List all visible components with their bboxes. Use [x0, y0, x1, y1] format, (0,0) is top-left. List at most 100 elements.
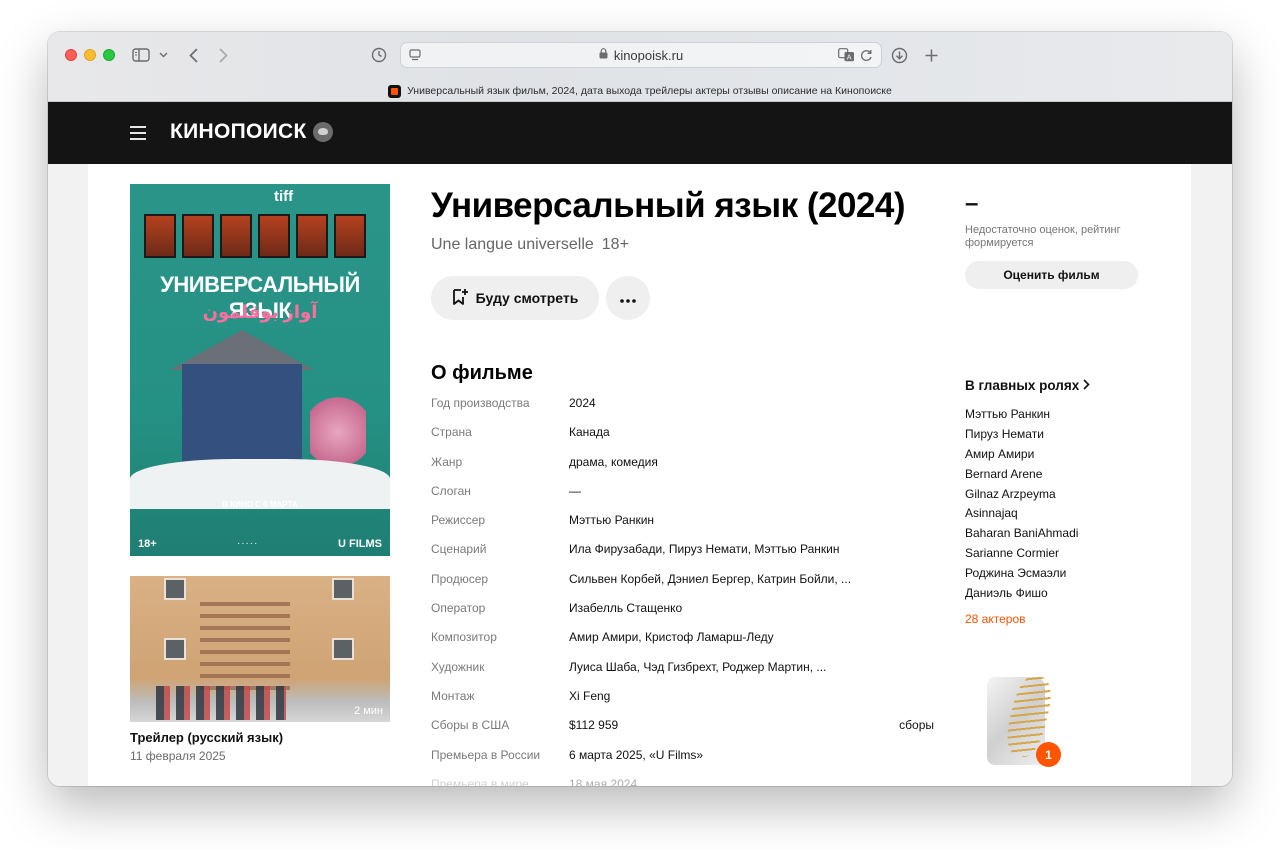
poster-distributor: U FILMS	[337, 538, 382, 550]
fact-label: Композитор	[431, 630, 497, 645]
translate-icon[interactable]: A	[838, 48, 855, 67]
poster-frames	[144, 214, 366, 258]
chevron-right-icon	[1083, 378, 1090, 393]
ellipsis-icon	[620, 291, 636, 306]
fact-value[interactable]: 6 марта 2025, «U Films»	[569, 748, 703, 762]
lock-icon	[599, 46, 608, 64]
about-section-title: О фильме	[431, 362, 533, 384]
close-window-button[interactable]	[65, 49, 77, 61]
fact-value[interactable]: Мэттью Ранкин	[569, 513, 654, 527]
back-icon[interactable]	[185, 44, 201, 66]
fact-row: Слоган —	[431, 484, 936, 513]
fact-label: Страна	[431, 425, 472, 440]
fact-row: Продюсер Сильвен Корбей, Дэниел Бергер, …	[431, 572, 936, 601]
cast-member[interactable]: Даниэль Фишо	[965, 586, 1078, 606]
rate-film-button[interactable]: Оценить фильм	[965, 261, 1138, 289]
url-text[interactable]: kinopoisk.ru	[614, 48, 683, 63]
fact-value: $112 959	[569, 718, 619, 733]
poster-sponsor-logos: · · · · ·	[237, 540, 258, 548]
page-settings-icon[interactable]	[409, 49, 421, 67]
bookmark-plus-icon	[452, 288, 468, 309]
poster-age-rating: 18+	[138, 538, 157, 550]
fact-label: Премьера в России	[431, 747, 541, 762]
cast-member[interactable]: Пируз Немати	[965, 427, 1078, 447]
fact-value[interactable]: Луиса Шаба, Чэд Гизбрехт, Роджер Мартин,…	[569, 660, 826, 674]
fact-label: Продюсер	[431, 571, 489, 586]
logo-text: КИНОПОИСК	[170, 120, 307, 143]
browser-toolbar: kinopoisk.ru A Универсальный язык фильм,…	[48, 32, 1232, 102]
original-title: Une langue universelle	[431, 236, 594, 253]
cast-member[interactable]: Asinnajaq	[965, 506, 1078, 526]
cast-member[interactable]: Роджина Эсмаэли	[965, 566, 1078, 586]
trailer-thumbnail[interactable]: 2 мин	[130, 576, 390, 722]
film-facts-table: Год производства 2024 Страна Канада Жанр…	[431, 396, 936, 786]
page-title: Универсальный язык (2024)	[431, 186, 906, 225]
poster-subtitle: آواز بوقلمون	[202, 302, 318, 322]
fact-label: Монтаж	[431, 688, 475, 703]
cast-member[interactable]: Мэттью Ранкин	[965, 407, 1078, 427]
cast-member[interactable]: Baharan BaniAhmadi	[965, 526, 1078, 546]
history-icon[interactable]	[370, 44, 388, 66]
film-page-content: tiff УНИВЕРСАЛЬНЫЙ ЯЗЫК آواز بوقلمون В К…	[88, 164, 1191, 786]
fact-row: Страна Канада	[431, 425, 936, 454]
more-options-button[interactable]	[606, 276, 650, 320]
cast-list: Мэттью Ранкин Пируз Немати Амир Амири Be…	[965, 407, 1078, 606]
age-rating: 18+	[601, 236, 629, 253]
watchlist-button-label: Буду смотреть	[475, 290, 579, 306]
reload-icon[interactable]	[860, 49, 873, 67]
fact-label: Год производства	[431, 396, 530, 410]
site-logo[interactable]: КИНОПОИСК	[170, 120, 333, 144]
original-title-line: Une langue universelle 18+	[431, 236, 629, 254]
cast-member[interactable]: Амир Амири	[965, 447, 1078, 467]
award-count-badge: 1	[1036, 742, 1061, 767]
trailer-people	[156, 686, 286, 720]
watchlist-button[interactable]: Буду смотреть	[431, 276, 599, 320]
plus-icon[interactable]	[922, 44, 940, 66]
minimize-window-button[interactable]	[84, 49, 96, 61]
film-poster[interactable]: tiff УНИВЕРСАЛЬНЫЙ ЯЗЫК آواز بوقلمون В К…	[130, 184, 390, 556]
browser-window: kinopoisk.ru A Универсальный язык фильм,…	[48, 32, 1232, 786]
cast-count-link[interactable]: 28 актеров	[965, 612, 1026, 626]
active-tab[interactable]: Универсальный язык фильм, 2024, дата вых…	[48, 80, 1232, 102]
trailer-title[interactable]: Трейлер (русский язык)	[130, 730, 283, 745]
fact-value[interactable]: Амир Амири, Кристоф Ламарш-Леду	[569, 630, 774, 644]
fact-label: Сценарий	[431, 542, 487, 557]
fact-value[interactable]: Канада	[569, 425, 610, 439]
fact-value[interactable]: Xi Feng	[569, 689, 610, 703]
fact-value: —	[569, 483, 581, 498]
zoom-window-button[interactable]	[103, 49, 115, 61]
sidebar-icon[interactable]	[131, 44, 151, 66]
window-controls	[65, 49, 115, 61]
cast-member[interactable]: Sarianne Cormier	[965, 546, 1078, 566]
fact-label: Слоган	[431, 483, 471, 498]
fact-value[interactable]: драма, комедия	[569, 455, 658, 469]
fact-row: Режиссер Мэттью Ранкин	[431, 513, 936, 542]
chevron-down-icon[interactable]	[157, 44, 169, 66]
cast-member[interactable]: Bernard Arene	[965, 467, 1078, 487]
cast-section-title[interactable]: В главных ролях	[965, 378, 1090, 393]
fact-value[interactable]: Сильвен Корбей, Дэниел Бергер, Катрин Бо…	[569, 572, 851, 586]
fact-label: Режиссер	[431, 513, 486, 528]
fact-row: Премьера в России 6 марта 2025, «U Films…	[431, 748, 936, 777]
cast-title-label: В главных ролях	[965, 378, 1080, 393]
box-office-link[interactable]: сборы	[899, 718, 934, 732]
tab-title: Универсальный язык фильм, 2024, дата вых…	[407, 85, 892, 97]
fact-row: Композитор Амир Амири, Кристоф Ламарш-Ле…	[431, 630, 936, 659]
award-widget[interactable]: 1	[981, 669, 1071, 769]
fact-value[interactable]: Ила Фирузабади, Пируз Немати, Мэттью Ран…	[569, 542, 839, 556]
site-header: КИНОПОИСК	[48, 102, 1232, 164]
trailer-duration: 2 мин	[354, 705, 383, 717]
download-icon[interactable]	[889, 44, 909, 66]
forward-icon[interactable]	[215, 44, 231, 66]
fact-label: Художник	[431, 659, 485, 674]
address-bar[interactable]: kinopoisk.ru A	[400, 42, 882, 68]
menu-icon[interactable]	[130, 126, 146, 140]
fact-label: Жанр	[431, 454, 463, 469]
fact-row: Художник Луиса Шаба, Чэд Гизбрехт, Родже…	[431, 660, 936, 689]
fact-label: Сборы в США	[431, 718, 510, 733]
fact-value[interactable]: 18 мая 2024	[569, 777, 637, 786]
fact-value[interactable]: Изабелль Стащенко	[569, 601, 682, 615]
fact-value[interactable]: 2024	[569, 396, 596, 410]
cast-member[interactable]: Gilnaz Arzpeyma	[965, 487, 1078, 507]
poster-house	[182, 364, 302, 464]
